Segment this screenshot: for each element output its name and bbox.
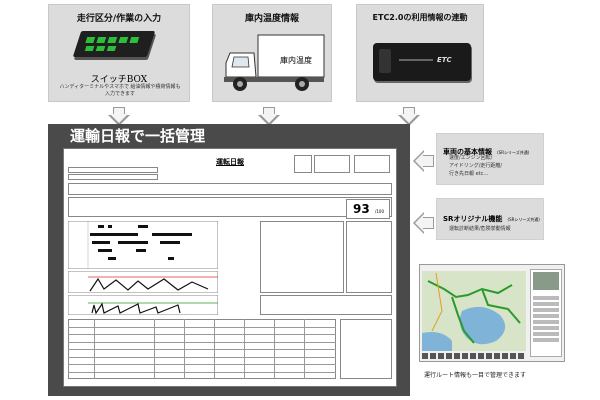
table-column-line: [244, 319, 245, 379]
stamp-box: [354, 155, 390, 173]
switch-box-description: ハンディターミナルやスマホで 給油情報や積荷情報も入力できます: [59, 84, 181, 97]
route-map-screenshot: [419, 264, 565, 362]
stamp-box: [294, 155, 312, 173]
sr-original-title: SRオリジナル機能: [443, 215, 503, 223]
score-denominator: /100: [375, 209, 384, 214]
sr-original-panel: SRオリジナル機能 (SRシリーズ共通) 運転診断結果/危険挙動情報: [436, 198, 544, 240]
details-table: [260, 221, 344, 293]
table-column-line: [214, 319, 215, 379]
switch-button: [85, 37, 96, 43]
report-heading: 運輸日報で一括管理: [70, 127, 206, 145]
etc-brand: ETC: [437, 56, 452, 64]
switch-button: [95, 46, 106, 51]
truck-sign-text: 庫内温度: [280, 56, 312, 65]
photo-thumbnail: [533, 272, 559, 290]
switch-button: [129, 37, 140, 43]
switch-box-device: [72, 31, 156, 57]
basic-info-panel: 車両の基本情報 (SRシリーズ共通) 速度/エンジン回転/ アイドリング/走行距…: [436, 133, 544, 185]
switch-box-title: 走行区分/作業の入力: [76, 14, 162, 24]
table-row-line: [68, 356, 336, 358]
table-row-line: [68, 326, 336, 328]
basic-info-detail: 速度/エンジン回転/: [449, 155, 493, 161]
summary-table: [68, 183, 392, 195]
stamp-box: [314, 155, 350, 173]
score-box: 93 /100: [346, 199, 390, 219]
route-map: [422, 271, 526, 351]
map-sidebar: [530, 269, 562, 357]
table-row-line: [68, 349, 336, 350]
summary-table: [68, 197, 392, 217]
basic-info-tag: (SRシリーズ共通): [497, 150, 530, 155]
photo-thumbnail-grid: [533, 294, 559, 342]
etc-title: ETC2.0の利用情報の連動: [372, 13, 468, 22]
details-table: [260, 295, 392, 315]
etc-slot: [379, 49, 391, 73]
table-column-line: [94, 319, 95, 379]
temperature-title: 庫内温度情報: [244, 14, 299, 24]
sr-original-detail: 運転診断結果/危険挙動情報: [449, 226, 511, 232]
switch-button: [118, 37, 129, 43]
route-caption: 運行ルート情報も一目で管理できます: [424, 372, 527, 379]
table-column-line: [154, 319, 155, 379]
switch-button: [107, 37, 118, 43]
etc-display-strip: [399, 59, 433, 61]
table-row-line: [68, 334, 336, 335]
table-column-line: [274, 319, 275, 379]
info-row: [68, 174, 158, 180]
switch-button: [84, 46, 95, 51]
table-row-line: [68, 364, 336, 365]
switch-box-panel: 走行区分/作業の入力 スイッチBOX ハンディターミナルやスマホで 給油情報や積…: [48, 4, 190, 102]
map-toolbar: [422, 353, 526, 359]
details-table: [346, 221, 392, 293]
remarks-box: [340, 319, 392, 379]
info-row: [68, 167, 158, 173]
etc-panel: ETC2.0の利用情報の連動 ETC: [356, 4, 484, 102]
table-row-line: [68, 341, 336, 343]
activity-timeline-chart: [68, 221, 218, 269]
score-value: 93: [353, 202, 370, 216]
switch-button: [106, 46, 117, 51]
speed-chart: [68, 271, 218, 293]
engine-rpm-chart: [68, 295, 218, 315]
etc-device: ETC: [373, 43, 471, 81]
table-row-line: [68, 371, 336, 373]
basic-info-detail: 行き先日報 etc…: [449, 171, 489, 177]
temperature-panel: 庫内温度情報 庫内温度: [212, 4, 332, 102]
table-column-line: [184, 319, 185, 379]
daily-report-sheet: 運転日報 93 /100: [63, 148, 397, 387]
table-column-line: [304, 319, 305, 379]
switch-button: [96, 37, 107, 43]
basic-info-detail: アイドリング/走行距離/: [449, 163, 503, 169]
sr-original-tag: (SRシリーズ共通): [507, 217, 540, 222]
